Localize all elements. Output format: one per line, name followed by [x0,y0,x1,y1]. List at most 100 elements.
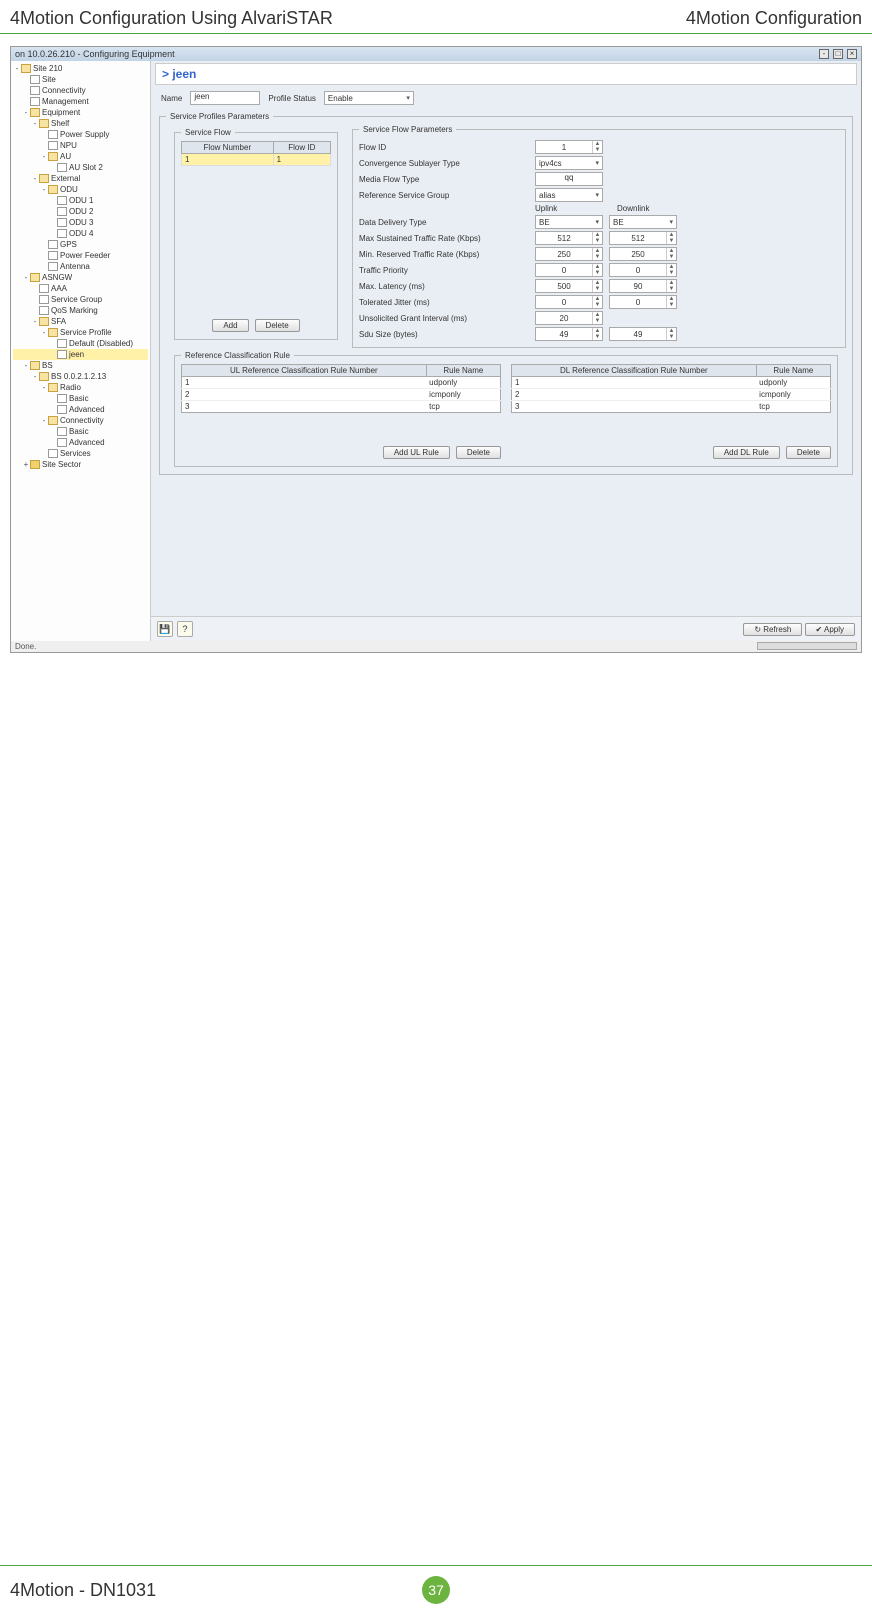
add-ul-rule-button[interactable]: Add UL Rule [383,446,450,459]
sf-legend: Service Flow [181,128,235,137]
ml-dl-field[interactable]: 90▲▼ [609,279,677,293]
table-row[interactable]: 2icmponly [512,389,831,401]
ddt-ul-select[interactable]: BE [535,215,603,229]
tree-node[interactable]: Site [13,74,148,85]
dl-col-name[interactable]: Rule Name [756,365,830,377]
tree-node[interactable]: Basic [13,426,148,437]
tree-node[interactable]: Power Supply [13,129,148,140]
reference-classification-rule: Reference Classification Rule UL Referen… [174,351,838,467]
ml-ul-field[interactable]: 500▲▼ [535,279,603,293]
tj-ul-field[interactable]: 0▲▼ [535,295,603,309]
ugi-ul-field[interactable]: 20▲▼ [535,311,603,325]
tp-label: Traffic Priority [359,266,529,275]
service-flow: Service Flow Flow Number Flow ID 1 1 [174,128,338,340]
sf-col-flow-number[interactable]: Flow Number [182,142,274,154]
tree-node[interactable]: AAA [13,283,148,294]
tree-node[interactable]: ODU 1 [13,195,148,206]
tree-node[interactable]: -BS [13,360,148,371]
header-divider [0,33,872,34]
ul-col-name[interactable]: Rule Name [426,365,500,377]
delete-button[interactable]: Delete [255,319,300,332]
name-field[interactable]: jeen [190,91,260,105]
ul-rules-table: UL Reference Classification Rule Number … [181,364,501,413]
table-row[interactable]: 3tcp [182,401,501,413]
tree-node[interactable]: Power Feeder [13,250,148,261]
flow-id-field[interactable]: 1▲▼ [535,140,603,154]
tree-node[interactable]: Default (Disabled) [13,338,148,349]
status-text: Done. [15,642,36,651]
rsg-select[interactable]: alias [535,188,603,202]
tree-node[interactable]: ODU 2 [13,206,148,217]
tree-node[interactable]: -Connectivity [13,415,148,426]
tree-node[interactable]: AU Slot 2 [13,162,148,173]
tree-node[interactable]: jeen [13,349,148,360]
tree-node[interactable]: -BS 0.0.2.1.2.13 [13,371,148,382]
tp-dl-field[interactable]: 0▲▼ [609,263,677,277]
sf-cell: 1 [182,154,274,166]
delete-ul-button[interactable]: Delete [456,446,501,459]
tree-node[interactable]: -Radio [13,382,148,393]
mstr-dl-field[interactable]: 512▲▼ [609,231,677,245]
tree-node[interactable]: Advanced [13,437,148,448]
mrtr-dl-field[interactable]: 250▲▼ [609,247,677,261]
sdu-dl-field[interactable]: 49▲▼ [609,327,677,341]
tree-node[interactable]: -ODU [13,184,148,195]
table-row[interactable]: 3tcp [512,401,831,413]
maximize-icon[interactable]: □ [833,49,843,59]
tree-node[interactable]: Services [13,448,148,459]
mft-field[interactable]: qq [535,172,603,186]
tree-node[interactable]: Basic [13,393,148,404]
tree-node[interactable]: Advanced [13,404,148,415]
profile-status-label: Profile Status [268,94,316,103]
add-button[interactable]: Add [212,319,248,332]
ddt-dl-select[interactable]: BE [609,215,677,229]
tree-node[interactable]: Connectivity [13,85,148,96]
sdu-ul-field[interactable]: 49▲▼ [535,327,603,341]
tp-ul-field[interactable]: 0▲▼ [535,263,603,277]
table-row[interactable]: 1udponly [512,377,831,389]
tree-node[interactable]: -Service Profile [13,327,148,338]
tj-dl-field[interactable]: 0▲▼ [609,295,677,309]
footer-left: 4Motion - DN1031 [10,1580,156,1601]
table-row[interactable]: 1 1 [182,154,331,166]
profile-status-select[interactable]: Enable [324,91,414,105]
tree-node[interactable]: Service Group [13,294,148,305]
save-icon[interactable]: 💾 [157,621,173,637]
delete-dl-button[interactable]: Delete [786,446,831,459]
tree-node[interactable]: Management [13,96,148,107]
tree-node[interactable]: QoS Marking [13,305,148,316]
sdu-label: Sdu Size (bytes) [359,330,529,339]
ul-col-num[interactable]: UL Reference Classification Rule Number [182,365,427,377]
minimize-icon[interactable]: - [819,49,829,59]
tree-node[interactable]: -Site 210 [13,63,148,74]
tree-node[interactable]: GPS [13,239,148,250]
dl-col-num[interactable]: DL Reference Classification Rule Number [512,365,757,377]
refresh-button[interactable]: ↻ Refresh [743,623,802,636]
tree-node[interactable]: ODU 4 [13,228,148,239]
tree-node[interactable]: -ASNGW [13,272,148,283]
help-icon[interactable]: ? [177,621,193,637]
sf-col-flow-id[interactable]: Flow ID [273,142,330,154]
close-icon[interactable]: × [847,49,857,59]
tree-node[interactable]: NPU [13,140,148,151]
tree-node[interactable]: Antenna [13,261,148,272]
tree-node[interactable]: -Equipment [13,107,148,118]
tree-node[interactable]: ODU 3 [13,217,148,228]
tree-node[interactable]: -External [13,173,148,184]
cst-select[interactable]: ipv4cs [535,156,603,170]
tree-node[interactable]: -SFA [13,316,148,327]
breadcrumb: > jeen [155,63,857,85]
mstr-ul-field[interactable]: 512▲▼ [535,231,603,245]
table-row[interactable]: 2icmponly [182,389,501,401]
apply-button[interactable]: ✔ Apply [805,623,856,636]
name-label: Name [161,94,182,103]
rsg-label: Reference Service Group [359,191,529,200]
tree-node[interactable]: +Site Sector [13,459,148,470]
window-title: on 10.0.26.210 - Configuring Equipment [15,49,175,59]
tree-node[interactable]: -AU [13,151,148,162]
tree-node[interactable]: -Shelf [13,118,148,129]
flow-id-label: Flow ID [359,143,529,152]
add-dl-rule-button[interactable]: Add DL Rule [713,446,780,459]
mrtr-ul-field[interactable]: 250▲▼ [535,247,603,261]
table-row[interactable]: 1udponly [182,377,501,389]
